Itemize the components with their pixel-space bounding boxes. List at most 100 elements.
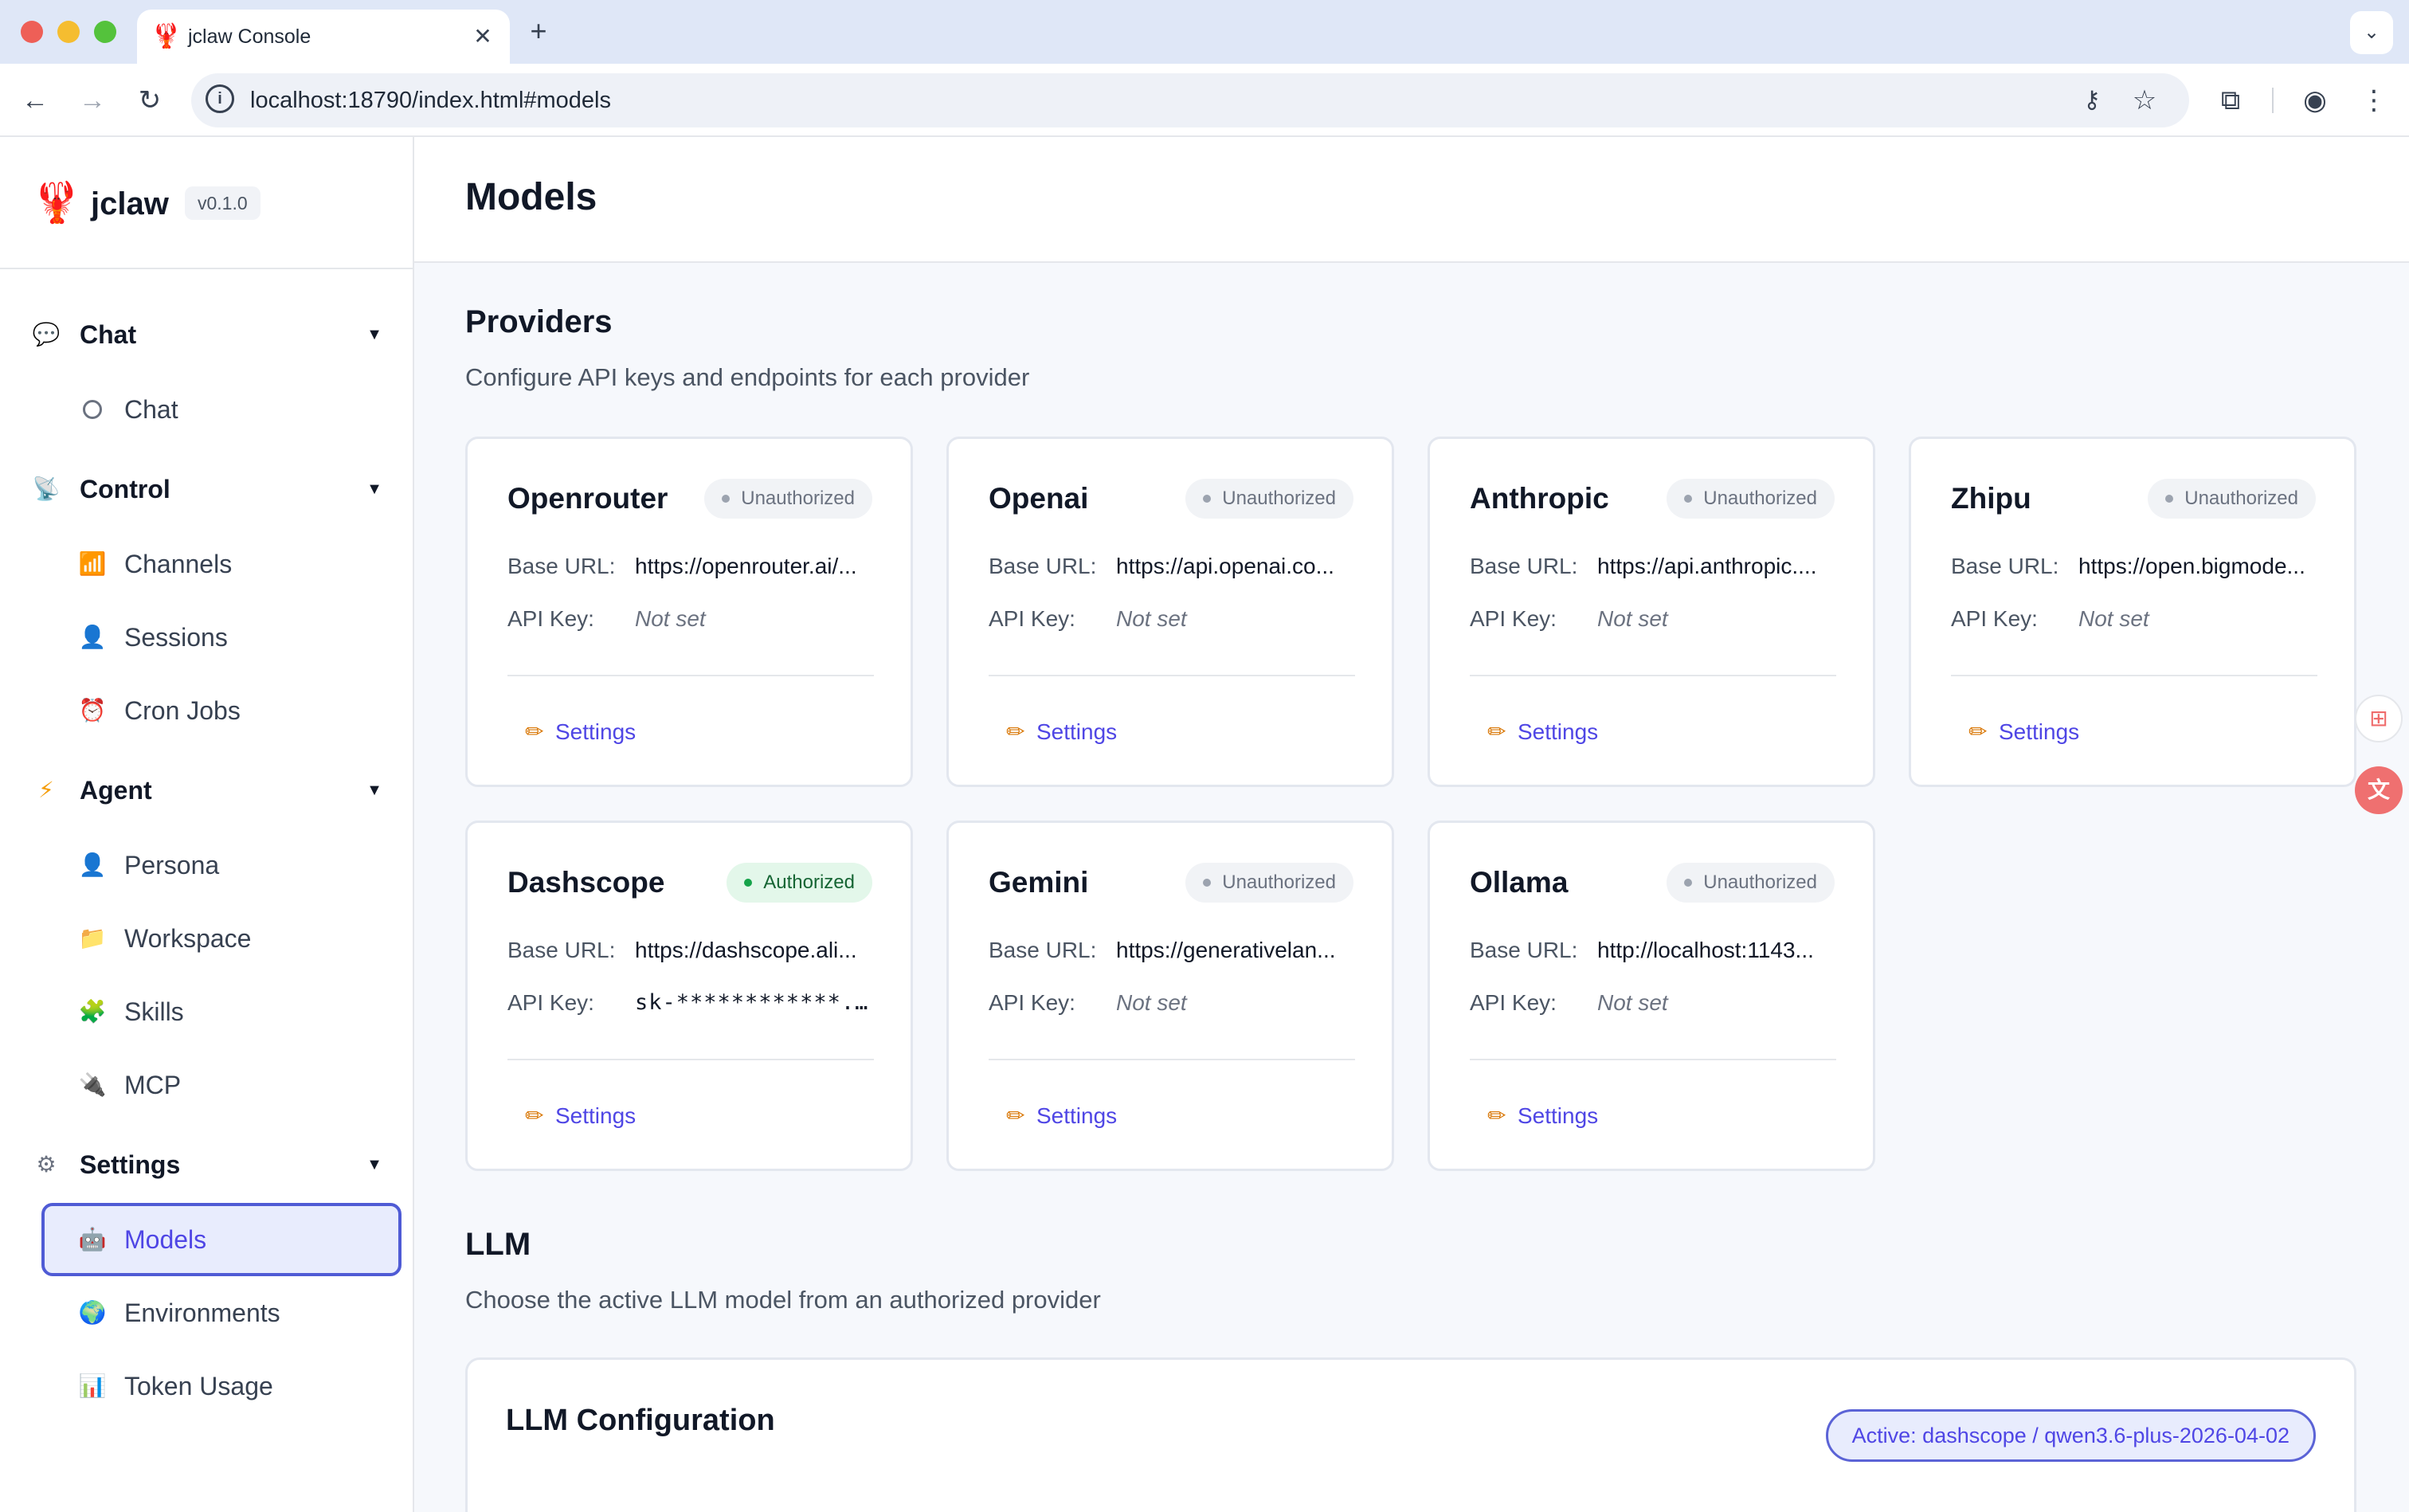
providers-section-title: Providers [465, 304, 613, 339]
base-url-label: Base URL: [507, 554, 616, 578]
llm-configuration-title: LLM Configuration [506, 1404, 775, 1437]
sidebar: 🦞 jclaw v0.1.0 💬 Chat ▼ Chat 📡 Control ▼… [0, 137, 414, 1512]
settings-label: Settings [1518, 719, 1599, 744]
sidebar-group-label: Agent [80, 776, 152, 805]
profile-icon[interactable]: ◉ [2296, 81, 2334, 119]
card-divider [1470, 1059, 1836, 1060]
sidebar-group-chat[interactable]: 💬 Chat ▼ [0, 311, 413, 358]
sidebar-item-models[interactable]: 🤖 Models [41, 1203, 402, 1276]
base-url-label: Base URL: [989, 938, 1097, 962]
user-icon: 👤 [78, 625, 107, 649]
status-badge: Unauthorized [1185, 863, 1353, 903]
sidebar-group-label: Settings [80, 1150, 181, 1179]
sidebar-group-control[interactable]: 📡 Control ▼ [0, 465, 413, 513]
api-key-value: Not set [1116, 606, 1187, 631]
api-key-value: Not set [635, 606, 706, 631]
status-badge: Unauthorized [1185, 479, 1353, 519]
site-info-icon[interactable]: i [206, 84, 234, 113]
card-divider [507, 675, 874, 676]
browser-tab-active[interactable]: 🦞 jclaw Console ✕ [137, 10, 510, 64]
provider-card-ollama: Ollama Unauthorized Base URL: http://loc… [1428, 821, 1875, 1171]
provider-name: Openrouter [507, 482, 668, 515]
lightning-icon: ⚡ [38, 778, 54, 802]
speech-bubble-icon: 💬 [32, 322, 61, 347]
tab-close-icon[interactable]: ✕ [467, 21, 499, 53]
back-arrow-icon[interactable]: ← [16, 81, 54, 119]
api-key-label: API Key: [1470, 606, 1557, 631]
provider-name: Anthropic [1470, 482, 1609, 515]
settings-label: Settings [1999, 719, 2080, 744]
page-header: Models [414, 137, 2409, 263]
sidebar-item-label: Sessions [124, 623, 228, 652]
provider-name: Gemini [989, 866, 1089, 899]
address-bar[interactable]: i localhost:18790/index.html#models ⚷ ☆ [191, 73, 2189, 127]
tab-search-button[interactable]: ⌄ [2350, 11, 2393, 54]
window-close-button[interactable] [21, 21, 43, 43]
sidebar-item-sessions[interactable]: 👤 Sessions [41, 601, 402, 674]
status-badge: Unauthorized [1667, 863, 1835, 903]
reload-icon[interactable]: ↻ [131, 81, 169, 119]
sidebar-item-label: Chat [124, 395, 178, 424]
api-key-label: API Key: [989, 606, 1075, 631]
caret-down-icon: ▼ [366, 1156, 382, 1173]
version-badge: v0.1.0 [185, 186, 260, 220]
pencil-icon: ✏ [1968, 719, 1988, 744]
new-tab-button[interactable]: + [523, 16, 554, 48]
active-model-badge[interactable]: Active: dashscope / qwen3.6-plus-2026-04… [1825, 1409, 2316, 1462]
pencil-icon: ✏ [525, 719, 544, 744]
base-url-label: Base URL: [989, 554, 1097, 578]
card-divider [1470, 675, 1836, 676]
lobster-icon: 🦞 [151, 23, 182, 49]
sidebar-group-agent[interactable]: ⚡ Agent ▼ [0, 766, 413, 814]
base-url-label: Base URL: [1951, 554, 2059, 578]
main-content: Models Providers Configure API keys and … [414, 137, 2409, 1512]
bookmark-star-icon[interactable]: ☆ [2129, 84, 2160, 116]
sidebar-item-environments[interactable]: 🌍 Environments [41, 1276, 402, 1349]
forward-arrow-icon[interactable]: → [73, 81, 112, 119]
sidebar-item-skills[interactable]: 🧩 Skills [41, 975, 402, 1048]
base-url-label: Base URL: [1470, 938, 1578, 962]
circle-icon [76, 394, 108, 425]
pencil-icon: ✏ [1006, 719, 1025, 744]
toolbar-divider [2272, 88, 2274, 113]
translate-icon[interactable]: 文 [2355, 766, 2403, 814]
robot-icon: 🤖 [78, 1227, 107, 1252]
sidebar-group-settings[interactable]: ⚙ Settings ▼ [0, 1141, 413, 1189]
browser-menu-icon[interactable]: ⋮ [2355, 81, 2393, 119]
sidebar-item-mcp[interactable]: 🔌 MCP [41, 1048, 402, 1122]
bar-chart-icon: 📊 [78, 1373, 107, 1398]
provider-name: Zhipu [1951, 482, 2031, 515]
sidebar-item-label: Channels [124, 550, 233, 578]
sidebar-item-persona[interactable]: 👤 Persona [41, 828, 402, 902]
window-minimize-button[interactable] [57, 21, 80, 43]
sidebar-group-label: Control [80, 475, 170, 503]
settings-label: Settings [1036, 1103, 1118, 1128]
api-key-label: API Key: [507, 606, 594, 631]
password-key-icon[interactable]: ⚷ [2076, 84, 2108, 116]
caret-down-icon: ▼ [366, 480, 382, 498]
api-key-value: Not set [1597, 606, 1668, 631]
base-url-value: https://dashscope.ali... [635, 938, 857, 962]
app-grid-icon[interactable]: ⊞ [2355, 695, 2403, 742]
card-divider [507, 1059, 874, 1060]
base-url-value: https://openrouter.ai/... [635, 554, 857, 578]
sidebar-item-label: Models [124, 1225, 207, 1254]
pencil-icon: ✏ [1487, 719, 1506, 744]
bar-chart-icon: 📶 [78, 551, 107, 576]
gear-icon: ⚙ [36, 1152, 57, 1177]
api-key-value: Not set [2078, 606, 2149, 631]
extensions-puzzle-icon[interactable]: ⧉ [2211, 81, 2250, 119]
sidebar-item-workspace[interactable]: 📁 Workspace [41, 902, 402, 975]
window-zoom-button[interactable] [94, 21, 116, 43]
pencil-icon: ✏ [1006, 1103, 1025, 1128]
provider-card-dashscope: Dashscope Authorized Base URL: https://d… [465, 821, 913, 1171]
sidebar-group-label: Chat [80, 320, 137, 349]
provider-name: Dashscope [507, 866, 665, 899]
sidebar-item-cron-jobs[interactable]: ⏰ Cron Jobs [41, 674, 402, 747]
sidebar-item-token-usage[interactable]: 📊 Token Usage [41, 1349, 402, 1423]
sidebar-item-chat[interactable]: Chat [41, 373, 402, 446]
satellite-dish-icon: 📡 [32, 476, 61, 501]
pencil-icon: ✏ [525, 1103, 544, 1128]
sidebar-item-channels[interactable]: 📶 Channels [41, 527, 402, 601]
url-text[interactable]: localhost:18790/index.html#models [250, 84, 611, 116]
